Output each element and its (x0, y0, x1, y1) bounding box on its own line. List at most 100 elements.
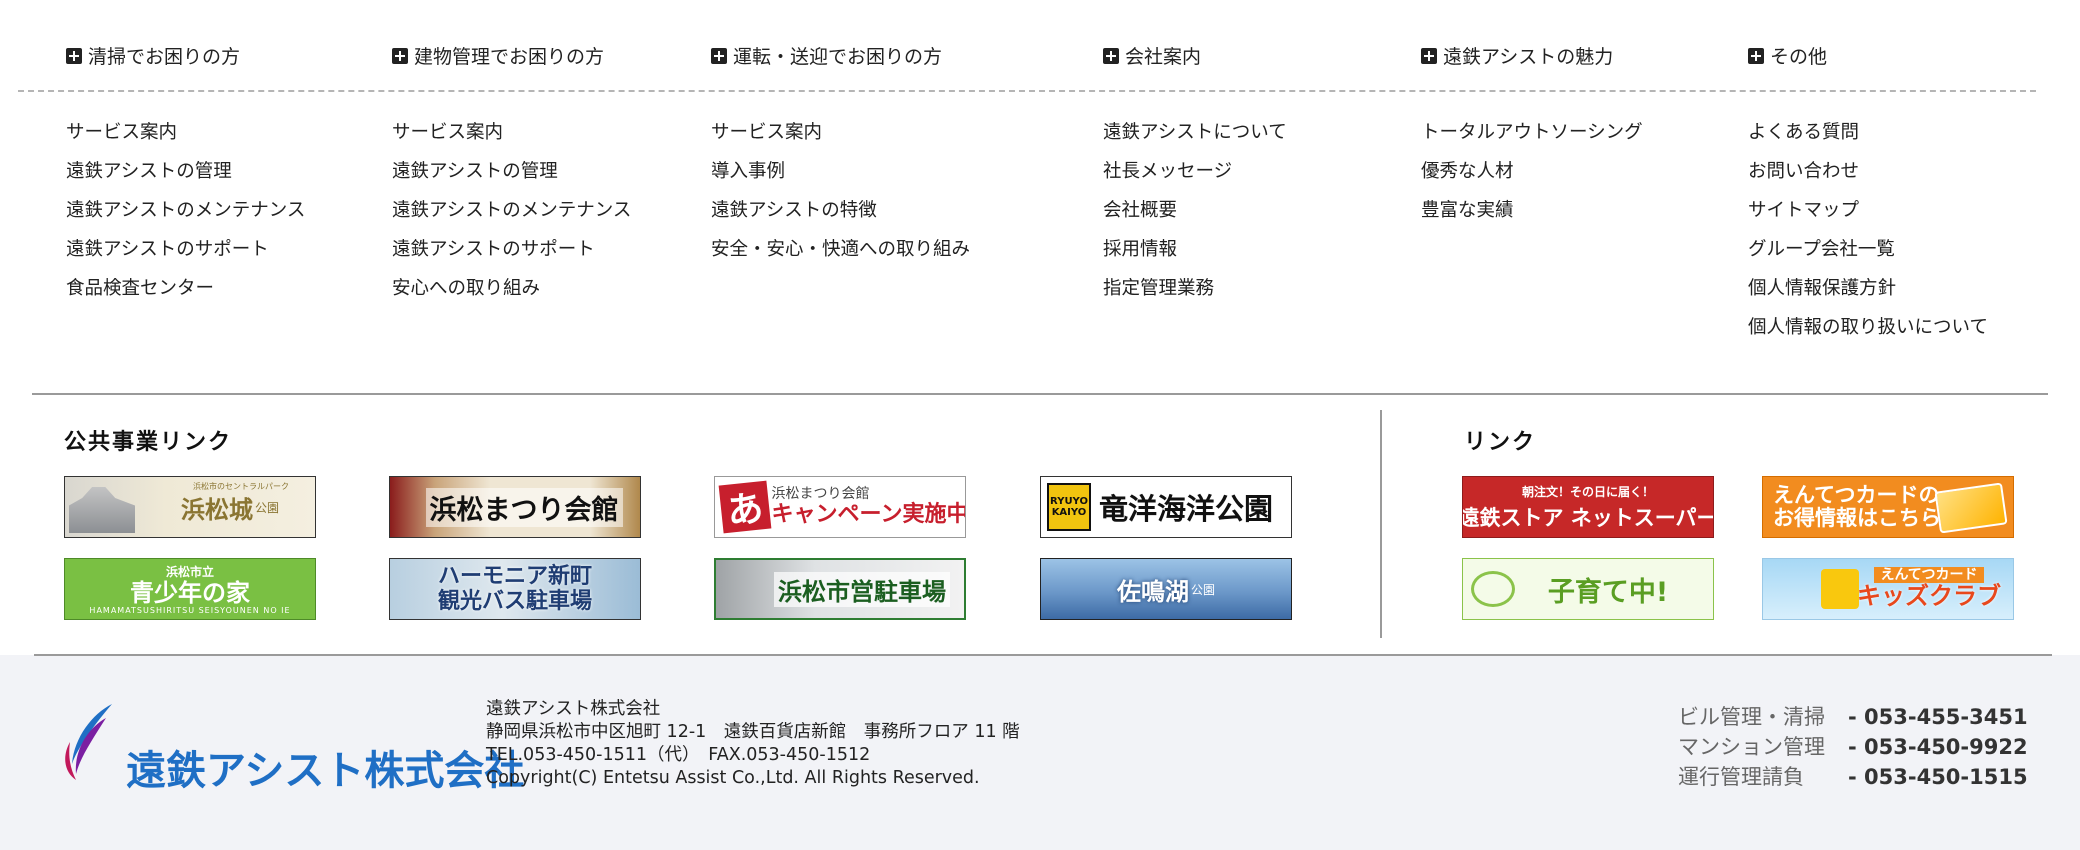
sitemap-link[interactable]: 導入事例 (711, 159, 970, 198)
banner-hamamatsu-castle-park[interactable]: 浜松市のセントラルパーク 浜松城 公園 (64, 476, 316, 538)
phone-row: 運行管理請負 - 053-450-1515 (1678, 762, 2028, 792)
sitemap-link[interactable]: よくある質問 (1748, 120, 1988, 159)
sitemap-link[interactable]: 豊富な実績 (1421, 198, 1643, 237)
banner-text: 子育て中! (1547, 576, 1669, 608)
section-divider (32, 393, 2048, 395)
banner-subtext: えんてつカード (1874, 567, 1984, 584)
banner-subtext: 浜松市立 (165, 564, 214, 579)
company-address: 静岡県浜松市中区旭町 12-1 遠鉄百貨店新館 事務所フロア 11 階 (486, 722, 1020, 742)
dashed-divider (18, 90, 2036, 92)
banner-entetsu-card-info[interactable]: えんてつカードの お得情報はこちら! (1762, 476, 2014, 538)
banner-harmony-bus-parking[interactable]: ハーモニア新町 観光バス駐車場 (389, 558, 641, 620)
sitemap-link[interactable]: 安心への取り組み (392, 276, 631, 315)
sitemap-link-list: トータルアウトソーシング 優秀な人材 豊富な実績 (1421, 120, 1643, 237)
links-title: リンク (1464, 430, 1537, 455)
sitemap-link[interactable]: 採用情報 (1103, 237, 1287, 276)
sitemap-link[interactable]: 社長メッセージ (1103, 159, 1287, 198)
sitemap-link[interactable]: サイトマップ (1748, 198, 1988, 237)
sitemap-heading-cleaning[interactable]: 清掃でお困りの方 (66, 42, 240, 69)
sitemap-heading-label: 運転・送迎でお困りの方 (733, 46, 943, 68)
footer-sitemap: 清掃でお困りの方 サービス案内 遠鉄アシストの管理 遠鉄アシストのメンテナンス … (0, 0, 2080, 338)
sitemap-link[interactable]: 遠鉄アシストのメンテナンス (66, 198, 305, 237)
phone-row: ビル管理・清掃 - 053-455-3451 (1678, 702, 2028, 732)
sitemap-link-list: サービス案内 遠鉄アシストの管理 遠鉄アシストのメンテナンス 遠鉄アシストのサポ… (66, 120, 305, 315)
banner-text: 浜松市営駐車場 (774, 571, 950, 607)
sitemap-heading-other[interactable]: その他 (1748, 42, 1827, 69)
sitemap-link[interactable]: 会社概要 (1103, 198, 1287, 237)
company-name: 遠鉄アシスト株式会社 (486, 699, 661, 719)
sitemap-link[interactable]: サービス案内 (392, 120, 631, 159)
sitemap-link[interactable]: 遠鉄アシストの管理 (66, 159, 305, 198)
company-info: 遠鉄アシスト株式会社 静岡県浜松市中区旭町 12-1 遠鉄百貨店新館 事務所フロ… (486, 698, 1020, 790)
banner-text: 遠鉄ストア ネットスーパー (1462, 505, 1714, 530)
banner-kosodate[interactable]: 子育て中! (1462, 558, 1714, 620)
banner-text: 青少年の家 (130, 578, 250, 607)
logo-line: KAIYO (1051, 507, 1087, 518)
plus-square-icon (1103, 47, 1119, 64)
banner-text-group: えんてつカード キッズクラブ (1857, 567, 2001, 611)
banner-subtext: 浜松まつり会館 (771, 486, 870, 503)
sitemap-link[interactable]: 遠鉄アシストのメンテナンス (392, 198, 631, 237)
banner-text-group: 浜松まつり会館 キャンペーン実施中 (771, 486, 966, 527)
sitemap-link[interactable]: サービス案内 (711, 120, 970, 159)
logo-line: RYUYO (1050, 495, 1088, 507)
banner-text: キャンペーン実施中 (771, 501, 966, 527)
company-logo-text: 遠鉄アシスト株式会社 (126, 748, 525, 794)
banner-suffix: 公園 (1190, 582, 1215, 597)
phone-label: ビル管理・清掃 (1678, 705, 1825, 729)
banner-text: 佐鳴湖 (1116, 577, 1189, 606)
banner-text: お得情報はこちら! (1773, 506, 1951, 530)
plus-square-icon (1748, 47, 1764, 64)
plus-square-icon (66, 47, 82, 64)
sitemap-link[interactable]: 遠鉄アシストのサポート (392, 237, 631, 276)
phone-number[interactable]: - 053-450-1515 (1848, 762, 2028, 792)
banner-campaign[interactable]: あ 浜松まつり会館 キャンペーン実施中 (714, 476, 966, 538)
sitemap-heading-appeal[interactable]: 遠鉄アシストの魅力 (1421, 42, 1613, 69)
banner-kids-club[interactable]: えんてつカード キッズクラブ (1762, 558, 2014, 620)
sitemap-link[interactable]: 個人情報の取り扱いについて (1748, 315, 1988, 354)
sitemap-link[interactable]: トータルアウトソーシング (1421, 120, 1643, 159)
plus-square-icon (392, 47, 408, 64)
sitemap-heading-building[interactable]: 建物管理でお困りの方 (392, 42, 604, 69)
sitemap-link[interactable]: お問い合わせ (1748, 159, 1988, 198)
sitemap-heading-company[interactable]: 会社案内 (1103, 42, 1201, 69)
sitemap-link[interactable]: 遠鉄アシストについて (1103, 120, 1287, 159)
kosodate-mark (1471, 571, 1515, 607)
banner-matsuri-kaikan[interactable]: 浜松まつり会館 (389, 476, 641, 538)
gift-icon (1821, 569, 1859, 609)
banner-suffix: 公園 (254, 500, 279, 515)
phone-number[interactable]: - 053-455-3451 (1848, 702, 2028, 732)
card-image (1934, 482, 2008, 534)
sitemap-link[interactable]: 食品検査センター (66, 276, 305, 315)
sitemap-link[interactable]: 優秀な人材 (1421, 159, 1643, 198)
banner-seishonen-no-ie[interactable]: 浜松市立 青少年の家 HAMAMATSUSHIRITSU SEISYOUNEN … (64, 558, 316, 620)
sitemap-link[interactable]: 遠鉄アシストのサポート (66, 237, 305, 276)
sitemap-link[interactable]: グループ会社一覧 (1748, 237, 1988, 276)
sitemap-heading-label: 会社案内 (1125, 46, 1202, 68)
banner-text: 浜松城 (180, 494, 253, 524)
sitemap-link[interactable]: 遠鉄アシストの管理 (392, 159, 631, 198)
ryuyo-kaiyo-logo: RYUYO KAIYO (1047, 483, 1091, 531)
sitemap-heading-label: 清掃でお困りの方 (88, 46, 241, 68)
company-tel-fax: TEL.053-450-1511（代） FAX.053-450-1512 (486, 745, 871, 765)
sitemap-heading-label: その他 (1770, 46, 1828, 68)
sitemap-link[interactable]: 指定管理業務 (1103, 276, 1287, 315)
phone-number[interactable]: - 053-450-9922 (1848, 732, 2028, 762)
banner-sanaruko-park[interactable]: 佐鳴湖 公園 (1040, 558, 1292, 620)
banner-city-parking[interactable]: 浜松市営駐車場 (714, 558, 966, 620)
sitemap-heading-driving[interactable]: 運転・送迎でお困りの方 (711, 42, 942, 69)
banner-text: 浜松まつり会館 (425, 487, 623, 527)
sitemap-link[interactable]: 個人情報保護方針 (1748, 276, 1988, 315)
banner-text: キッズクラブ (1857, 582, 2001, 611)
footer-divider (34, 654, 2052, 656)
sitemap-heading-label: 建物管理でお困りの方 (414, 46, 605, 68)
sitemap-link-list: サービス案内 導入事例 遠鉄アシストの特徴 安全・安心・快適への取り組み (711, 120, 970, 276)
sitemap-link[interactable]: 安全・安心・快適への取り組み (711, 237, 970, 276)
a-character-icon: あ (718, 480, 772, 534)
sitemap-link[interactable]: サービス案内 (66, 120, 305, 159)
banner-net-super[interactable]: 朝注文！その日に届く！ 遠鉄ストア ネットスーパー (1462, 476, 1714, 538)
sitemap-link[interactable]: 遠鉄アシストの特徴 (711, 198, 970, 237)
sitemap-heading-label: 遠鉄アシストの魅力 (1443, 46, 1614, 68)
sitemap-link-list: よくある質問 お問い合わせ サイトマップ グループ会社一覧 個人情報保護方針 個… (1748, 120, 1988, 354)
banner-ryuyo-kaiyo-park[interactable]: RYUYO KAIYO 竜洋海洋公園 (1040, 476, 1292, 538)
